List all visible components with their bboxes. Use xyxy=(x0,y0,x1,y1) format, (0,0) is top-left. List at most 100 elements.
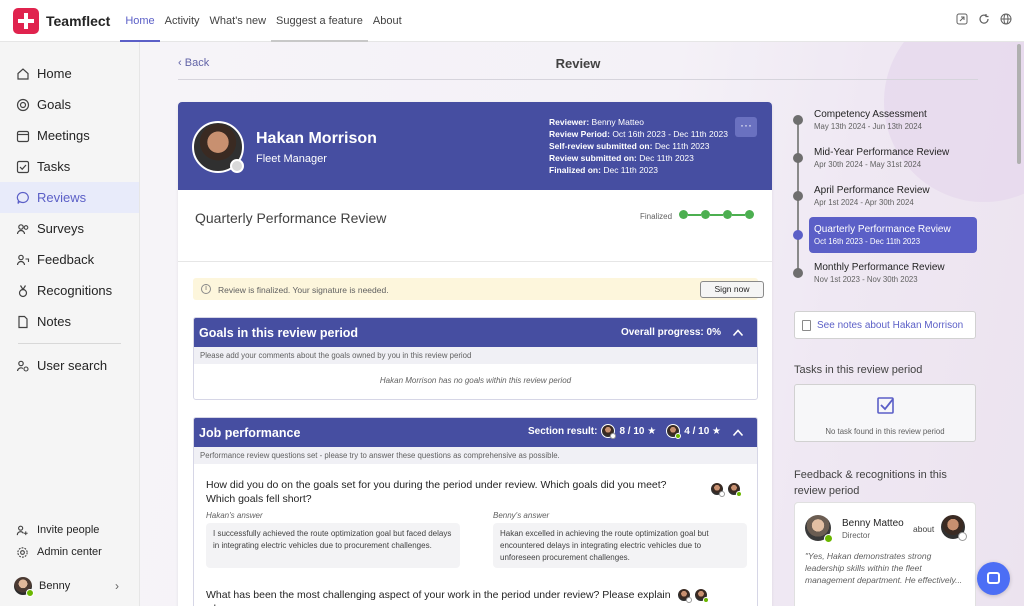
chevron-right-icon: › xyxy=(115,579,119,593)
timeline-active-highlight xyxy=(809,217,977,253)
timeline-item-date: Apr 30th 2024 - May 31st 2024 xyxy=(814,160,922,169)
feedback-heading: Feedback & recognitions in this review p… xyxy=(794,469,947,497)
chevron-up-icon[interactable] xyxy=(732,327,744,339)
section-result: Section result: 8 / 10 ★ 4 / 10 ★ xyxy=(528,424,721,439)
goals-section-header[interactable]: Goals in this review period Overall prog… xyxy=(194,318,757,347)
review-submitted-value: Dec 11th 2023 xyxy=(639,153,694,163)
sidebar-item-home[interactable]: Home xyxy=(0,58,139,89)
timeline-item-date: Oct 16th 2023 - Dec 11th 2023 xyxy=(814,237,921,246)
manager-answer-label: Benny's answer xyxy=(493,511,550,520)
globe-icon[interactable] xyxy=(999,13,1012,26)
top-bar: Teamflect Home Activity What's new Sugge… xyxy=(0,0,1024,42)
sidebar-item-label: Meetings xyxy=(37,128,90,143)
tab-whats-new[interactable]: What's new xyxy=(205,0,272,42)
feedback-author-role: Director xyxy=(842,531,871,540)
review-meta: Reviewer: Benny Matteo Review Period: Oc… xyxy=(549,116,728,176)
sidebar-item-meetings[interactable]: Meetings xyxy=(0,120,139,151)
timeline-item-active[interactable]: Quarterly Performance Review Oct 16th 20… xyxy=(792,217,978,253)
top-icons xyxy=(955,13,1012,26)
overall-progress: Overall progress: 0% xyxy=(620,327,721,338)
tab-about[interactable]: About xyxy=(368,0,407,42)
step-dot xyxy=(745,210,754,219)
question-2: What has been the most challenging aspec… xyxy=(206,589,671,606)
timeline-item[interactable]: Monthly Performance Review Nov 1st 2023 … xyxy=(792,255,978,291)
chevron-up-icon[interactable] xyxy=(732,427,744,439)
goals-empty-state: Hakan Morrison has no goals within this … xyxy=(379,376,572,385)
sidebar-item-goals[interactable]: Goals xyxy=(0,89,139,120)
review-progress-steps xyxy=(679,210,754,219)
employee-name: Hakan Morrison xyxy=(256,130,377,147)
admin-center-link[interactable]: Admin center xyxy=(0,541,139,563)
presence-available-icon xyxy=(824,534,833,543)
reviewer-label: Reviewer: xyxy=(549,117,590,127)
tab-activity[interactable]: Activity xyxy=(160,0,205,42)
sidebar-item-recognitions[interactable]: Recognitions xyxy=(0,275,139,306)
step-line xyxy=(688,213,701,216)
sidebar-item-label: Reviews xyxy=(37,190,87,205)
refresh-icon[interactable] xyxy=(977,13,990,26)
tab-home[interactable]: Home xyxy=(120,0,161,42)
goals-section: Goals in this review period Overall prog… xyxy=(193,317,758,400)
self-score: 8 / 10 ★ xyxy=(619,425,657,437)
sidebar-item-user-search[interactable]: User search xyxy=(0,350,139,381)
timeline-item[interactable]: Competency Assessment May 13th 2024 - Ju… xyxy=(792,102,978,138)
sidebar-item-surveys[interactable]: Surveys xyxy=(0,213,139,244)
avatar xyxy=(192,121,244,173)
job-section-title: Job performance xyxy=(199,426,301,440)
timeline-dot xyxy=(793,268,803,278)
see-notes-button[interactable]: See notes about Hakan Morrison xyxy=(794,311,976,339)
sidebar-item-label: Notes xyxy=(37,314,71,329)
sidebar-item-tasks[interactable]: Tasks xyxy=(0,151,139,182)
tasks-heading: Tasks in this review period xyxy=(794,364,923,376)
timeline-item-name: Competency Assessment xyxy=(814,109,927,120)
avatar xyxy=(941,515,967,541)
timeline-item-date: Apr 1st 2024 - Apr 30th 2024 xyxy=(814,198,914,207)
sign-now-button[interactable]: Sign now xyxy=(700,281,764,298)
avatar xyxy=(14,577,34,597)
info-icon: i xyxy=(201,284,211,294)
more-options-button[interactable]: ··· xyxy=(735,117,757,137)
current-user[interactable]: Benny › xyxy=(0,569,139,603)
sidebar-item-feedback[interactable]: Feedback xyxy=(0,244,139,275)
timeline-dot xyxy=(793,191,803,201)
target-icon xyxy=(15,97,30,112)
calendar-icon xyxy=(15,128,30,143)
chat-support-button[interactable] xyxy=(977,562,1010,595)
tab-suggest-feature[interactable]: Suggest a feature xyxy=(271,0,368,42)
gear-icon xyxy=(15,545,30,560)
feedback-card[interactable]: Benny Matteo Director about "Yes, Hakan … xyxy=(794,502,976,606)
main-content: ‹ Back Review Hakan Morrison Fleet Manag… xyxy=(140,42,1024,606)
scrollbar[interactable] xyxy=(1017,44,1021,164)
section-result-label: Section result: xyxy=(528,425,598,437)
home-icon xyxy=(15,66,30,81)
chat-bubble-icon xyxy=(15,190,30,205)
manager-score: 4 / 10 ★ xyxy=(684,425,721,437)
presence-offline-icon xyxy=(719,491,725,497)
popout-icon[interactable] xyxy=(955,13,968,26)
person-feedback-icon xyxy=(15,252,30,267)
presence-offline-icon xyxy=(610,433,617,439)
finalized-value: Dec 11th 2023 xyxy=(603,165,658,175)
job-section-header[interactable]: Job performance Section result: 8 / 10 ★… xyxy=(194,418,757,447)
sidebar-item-reviews[interactable]: Reviews xyxy=(0,182,139,213)
sidebar-bottom: Invite people Admin center Benny › xyxy=(0,519,139,606)
employee-role: Fleet Manager xyxy=(256,153,327,165)
presence-offline-icon xyxy=(686,597,692,603)
current-user-name: Benny xyxy=(39,580,71,592)
teamflect-logo xyxy=(13,7,39,34)
see-notes-label: See notes about Hakan Morrison xyxy=(817,320,964,331)
job-performance-section: Job performance Section result: 8 / 10 ★… xyxy=(193,417,758,606)
goals-section-title: Goals in this review period xyxy=(199,326,359,340)
sidebar-item-notes[interactable]: Notes xyxy=(0,306,139,337)
review-title-row: Quarterly Performance Review Finalized xyxy=(178,190,772,262)
feedback-author: Benny Matteo xyxy=(842,518,904,529)
timeline-item[interactable]: April Performance Review Apr 1st 2024 - … xyxy=(792,178,978,214)
invite-people-link[interactable]: Invite people xyxy=(0,519,139,541)
review-header: ‹ Back Review xyxy=(178,42,978,80)
medal-icon xyxy=(15,283,30,298)
finalized-label: Finalized on: xyxy=(549,165,601,175)
goals-section-subtitle: Please add your comments about the goals… xyxy=(194,347,757,364)
timeline-item[interactable]: Mid-Year Performance Review Apr 30th 202… xyxy=(792,140,978,176)
task-checkbox-icon xyxy=(877,397,894,414)
presence-offline-icon xyxy=(230,159,244,173)
